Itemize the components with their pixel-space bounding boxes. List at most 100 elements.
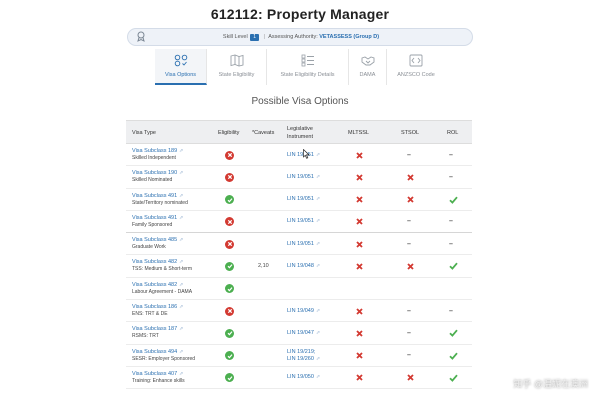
dash-mark: – — [407, 307, 411, 315]
x-mark-icon — [356, 241, 363, 248]
external-link-icon: ⇗ — [315, 151, 321, 158]
check-mark-icon — [449, 262, 458, 271]
x-mark-icon — [407, 174, 414, 181]
caveats-cell: 2,10 — [258, 255, 269, 277]
mltssl-cell — [356, 367, 363, 389]
visa-subclass-name: Visa Subclass 485 — [132, 237, 178, 244]
tab-state-eligibility-details[interactable]: State Eligibility Details — [267, 49, 349, 85]
header-legislative-line1: Legislative — [287, 126, 313, 132]
eligibility-cell — [225, 233, 234, 255]
legislative-instrument-link[interactable]: LIN 19/047 ⇗ — [287, 330, 320, 337]
legislative-instrument-text: LIN 19/260 — [287, 355, 314, 362]
visa-subclass-link[interactable]: Visa Subclass 482 ⇗ — [132, 259, 192, 266]
tab-dama[interactable]: DAMA — [349, 49, 387, 85]
legislative-instrument-link[interactable]: LIN 19/050 ⇗ — [287, 374, 320, 381]
x-mark-icon — [356, 263, 363, 270]
external-link-icon: ⇗ — [315, 307, 321, 314]
check-mark-icon — [449, 352, 458, 360]
legislative-instrument-text: LIN 19/051 — [287, 218, 314, 225]
visa-type-cell: Visa Subclass 491 ⇗ Family Sponsored — [132, 211, 183, 233]
table-body: Visa Subclass 189 ⇗ Skilled Independent LIN… — [126, 144, 472, 390]
external-link-icon: ⇗ — [179, 304, 184, 311]
visa-subclass-link[interactable]: Visa Subclass 187 ⇗ — [132, 326, 183, 333]
legislative-instrument-link[interactable]: LIN 19/260 ⇗ — [287, 356, 320, 363]
legislative-instrument-text: LIN 19/051 — [287, 196, 314, 203]
external-link-icon: ⇗ — [179, 214, 184, 221]
stsol-cell: – — [407, 345, 411, 367]
visa-subclass-name: Visa Subclass 186 — [132, 304, 178, 311]
header-legislative-instrument: Legislative Instrument — [287, 121, 313, 145]
eligibility-cell — [225, 144, 234, 166]
legislative-instrument-link[interactable]: LIN 19/051 ⇗ — [287, 196, 320, 203]
legislative-cell: LIN 19/050 ⇗ — [287, 367, 320, 389]
x-mark-icon — [356, 374, 363, 382]
visa-subclass-link[interactable]: Visa Subclass 491 ⇗ — [132, 215, 183, 222]
info-bar-text: Skill Level 1 | Assessing Authority: VET… — [128, 29, 474, 46]
tab-label: DAMA — [359, 72, 376, 78]
legislative-instrument-link[interactable]: LIN 19/051 ⇗ — [287, 174, 320, 181]
eligibility-cell — [225, 345, 234, 367]
visa-subclass-link[interactable]: Visa Subclass 482 ⇗ — [132, 282, 192, 289]
eligibility-cell — [225, 255, 234, 277]
legislative-instrument-link[interactable]: LIN 19/051 ⇗ — [287, 218, 320, 225]
stsol-cell: – — [407, 211, 411, 233]
map-icon — [230, 53, 244, 67]
legislative-instrument-link[interactable]: LIN 19/219; — [287, 349, 320, 356]
dash-mark: – — [407, 240, 411, 248]
eligibility-cell — [225, 367, 234, 389]
x-mark-icon — [356, 352, 363, 359]
visa-subclass-name: Visa Subclass 491 — [132, 192, 178, 199]
visa-subclass-name: Visa Subclass 190 — [132, 170, 178, 177]
external-link-icon: ⇗ — [315, 374, 321, 381]
table-row: Visa Subclass 187 ⇗ RSMS: TRT LIN 19/047 ⇗ – — [126, 322, 472, 345]
external-link-icon: ⇗ — [179, 281, 184, 288]
x-mark-icon — [356, 307, 363, 315]
legislative-cell: LIN 19/047 ⇗ — [287, 322, 320, 344]
eligibility-cell — [225, 322, 234, 344]
eligible-check-icon — [225, 373, 234, 383]
visa-description: Skilled Nominated — [132, 177, 173, 184]
tab-state-eligibility[interactable]: State Eligibility — [207, 49, 267, 85]
legislative-instrument-link[interactable]: LIN 19/048 ⇗ — [287, 263, 320, 270]
check-mark-icon — [449, 374, 458, 382]
legislative-instrument-link[interactable]: LIN 19/049 ⇗ — [287, 308, 320, 315]
header-eligibility: Eligibility — [218, 130, 240, 136]
external-link-icon: ⇗ — [315, 218, 321, 225]
dash-mark: – — [449, 218, 453, 226]
check-mark-icon — [449, 196, 458, 204]
external-link-icon: ⇗ — [315, 196, 321, 203]
visa-subclass-link[interactable]: Visa Subclass 485 ⇗ — [132, 237, 183, 244]
visa-description: ENS: TRT & DE — [132, 311, 168, 318]
visa-subclass-link[interactable]: Visa Subclass 189 ⇗ — [132, 148, 183, 155]
legislative-instrument-link[interactable]: LIN 19/051 ⇗ — [287, 241, 320, 248]
rol-cell — [449, 189, 458, 211]
visa-subclass-link[interactable]: Visa Subclass 190 ⇗ — [132, 170, 183, 177]
header-rol: ROL — [447, 130, 459, 136]
tab-anzsco-code[interactable]: ANZSCO Code — [387, 49, 445, 85]
dash-mark: – — [407, 218, 411, 226]
rol-cell: – — [449, 211, 453, 233]
table-row: Visa Subclass 190 ⇗ Skilled Nominated LIN 1… — [126, 166, 472, 189]
visa-type-cell: Visa Subclass 485 ⇗ Graduate Work — [132, 233, 183, 255]
visa-subclass-link[interactable]: Visa Subclass 186 ⇗ — [132, 304, 183, 311]
legislative-instrument-text: LIN 19/049 — [287, 307, 314, 314]
legislative-cell: LIN 19/049 ⇗ — [287, 300, 320, 322]
visa-subclass-link[interactable]: Visa Subclass 407 ⇗ — [132, 371, 185, 378]
dash-mark: – — [449, 173, 453, 181]
authority-label: Assessing Authority: — [268, 34, 318, 40]
legislative-instrument-text: LIN 19/048 — [287, 262, 314, 269]
legislative-cell: LIN 19/051 ⇗ — [287, 211, 320, 233]
tab-visa-options[interactable]: Visa Options — [155, 49, 207, 85]
visa-subclass-link[interactable]: Visa Subclass 491 ⇗ — [132, 193, 188, 200]
stsol-cell — [407, 189, 414, 211]
tab-bar: Visa Options State Eligibility State Eli… — [155, 49, 445, 85]
list-details-icon — [301, 53, 315, 67]
stsol-cell: – — [407, 300, 411, 322]
header-visa-type: Visa Type — [132, 130, 156, 136]
visa-subclass-link[interactable]: Visa Subclass 494 ⇗ — [132, 349, 195, 356]
mltssl-cell — [356, 322, 363, 344]
not-eligible-x-icon — [225, 150, 234, 160]
mltssl-cell — [356, 255, 363, 277]
table-row: Visa Subclass 189 ⇗ Skilled Independent LIN… — [126, 144, 472, 167]
eligible-check-icon — [225, 328, 234, 338]
